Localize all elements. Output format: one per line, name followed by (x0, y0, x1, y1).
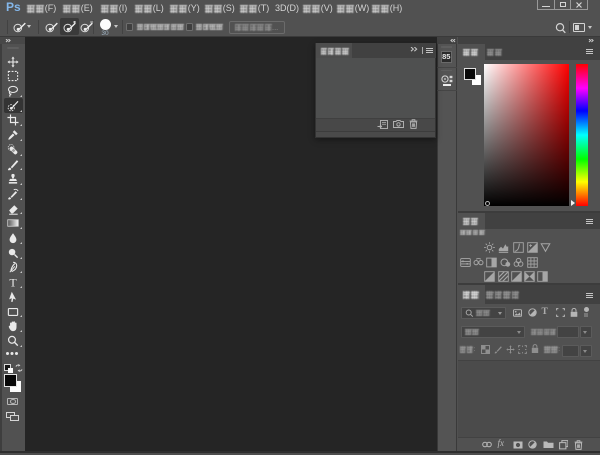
svg-text:T: T (9, 276, 17, 288)
